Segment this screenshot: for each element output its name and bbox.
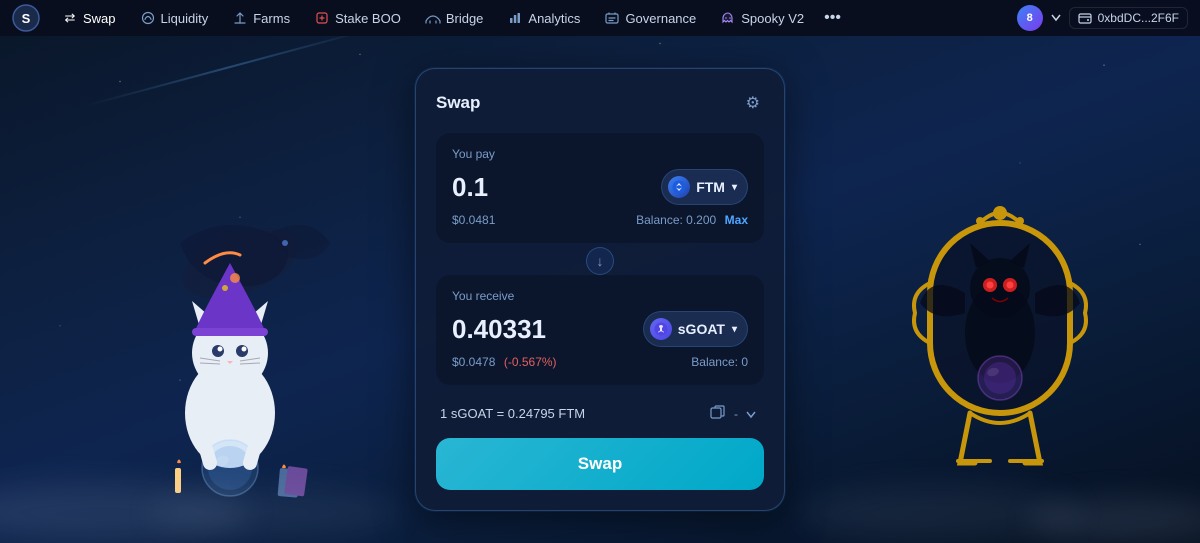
governance-nav-icon [604, 10, 620, 26]
receive-balance-container: Balance: 0 [691, 353, 748, 371]
nav-item-spooky[interactable]: Spooky V2 [710, 6, 814, 30]
nav-label-bridge: Bridge [446, 11, 484, 26]
swap-nav-icon: ⇄ [62, 10, 78, 26]
nav-label-liquidity: Liquidity [161, 11, 209, 26]
pay-balance-label: Balance: [636, 213, 686, 227]
max-button[interactable]: Max [725, 213, 748, 227]
liquidity-nav-icon [140, 10, 156, 26]
analytics-nav-icon [507, 10, 523, 26]
nav-item-farms[interactable]: Farms [222, 6, 300, 30]
receive-token-row: 0.40331 sGOAT ▾ [452, 311, 748, 347]
swap-direction-container: ↓ [436, 247, 764, 275]
pay-amount[interactable]: 0.1 [452, 172, 488, 203]
stake-nav-icon [314, 10, 330, 26]
pay-usd-value: $0.0481 [452, 213, 495, 227]
pay-token-chevron-icon: ▾ [732, 182, 737, 193]
pay-balance-container: Balance: 0.200 Max [636, 211, 748, 229]
price-info-row: 1 sGOAT = 0.24795 FTM - [436, 393, 764, 434]
receive-token-chevron-icon: ▾ [732, 324, 737, 335]
svg-text:S: S [22, 11, 31, 26]
chevron-down-icon [746, 411, 756, 419]
sgoat-token-icon [650, 318, 672, 340]
pay-token-row: 0.1 FTM ▾ [452, 169, 748, 205]
swap-card-title: Swap [436, 93, 480, 113]
spooky-nav-icon [720, 10, 736, 26]
wallet-icon [1078, 11, 1092, 25]
receive-token-box: You receive 0.40331 sGOAT ▾ $0.0478 (-0.… [436, 275, 764, 385]
light-trail-deco [85, 27, 375, 107]
swap-direction-arrow-icon: ↓ [597, 253, 604, 269]
ftm-token-icon [668, 176, 690, 198]
price-separator: - [734, 407, 738, 421]
wallet-address-button[interactable]: 0xbdDC...2F6F [1069, 7, 1188, 29]
nav-item-bridge[interactable]: Bridge [415, 6, 494, 30]
avatar-chevron-icon [1051, 14, 1061, 22]
receive-meta-row: $0.0478 (-0.567%) Balance: 0 [452, 353, 748, 371]
app-logo[interactable]: S [12, 4, 40, 32]
main-content: Swap ⚙ You pay 0.1 FTM ▾ $0.0481 [0, 36, 1200, 543]
nav-label-governance: Governance [625, 11, 696, 26]
nav-item-stake[interactable]: Stake BOO [304, 6, 411, 30]
receive-label: You receive [452, 289, 748, 303]
receive-usd-value: $0.0478 [452, 355, 495, 369]
receive-amount[interactable]: 0.40331 [452, 314, 546, 345]
pay-token-label: FTM [696, 179, 725, 195]
nav-item-analytics[interactable]: Analytics [497, 6, 590, 30]
nav-label-analytics: Analytics [528, 11, 580, 26]
nav-more-button[interactable]: ••• [818, 7, 847, 29]
nav-label-stake: Stake BOO [335, 11, 401, 26]
pay-token-selector[interactable]: FTM ▾ [661, 169, 748, 205]
swap-card: Swap ⚙ You pay 0.1 FTM ▾ $0.0481 [415, 68, 785, 511]
receive-token-label: sGOAT [678, 321, 725, 337]
right-decoration [900, 193, 1100, 513]
nav-label-swap: Swap [83, 11, 116, 26]
gear-icon: ⚙ [746, 95, 760, 112]
receive-balance-label: Balance: [691, 355, 741, 369]
receive-token-selector[interactable]: sGOAT ▾ [643, 311, 748, 347]
swap-button[interactable]: Swap [436, 438, 764, 490]
settings-button[interactable]: ⚙ [742, 89, 764, 117]
price-copy-button[interactable] [706, 403, 730, 424]
nav-item-governance[interactable]: Governance [594, 6, 706, 30]
receive-usd-container: $0.0478 (-0.567%) [452, 353, 557, 371]
navbar: S ⇄ Swap Liquidity Farms Stake BOO Bridg… [0, 0, 1200, 36]
bridge-nav-icon [425, 10, 441, 26]
nav-item-swap[interactable]: ⇄ Swap [52, 6, 126, 30]
price-expand-button[interactable] [742, 404, 760, 424]
nav-label-farms: Farms [253, 11, 290, 26]
pay-label: You pay [452, 147, 748, 161]
receive-price-diff: (-0.567%) [504, 355, 557, 369]
price-actions: - [706, 403, 760, 424]
nav-label-spooky: Spooky V2 [741, 11, 804, 26]
receive-balance-value: 0 [741, 355, 748, 369]
pay-token-box: You pay 0.1 FTM ▾ $0.0481 Balance: 0.200… [436, 133, 764, 243]
wallet-address-text: 0xbdDC...2F6F [1098, 11, 1179, 25]
nav-avatar[interactable]: 8 [1017, 5, 1043, 31]
left-decoration [120, 183, 340, 503]
nav-item-liquidity[interactable]: Liquidity [130, 6, 219, 30]
pay-meta-row: $0.0481 Balance: 0.200 Max [452, 211, 748, 229]
swap-card-header: Swap ⚙ [436, 89, 764, 117]
farms-nav-icon [232, 10, 248, 26]
copy-icon [710, 405, 726, 419]
pay-balance-value: 0.200 [686, 213, 716, 227]
nav-right: 8 0xbdDC...2F6F [1017, 5, 1188, 31]
price-info-text: 1 sGOAT = 0.24795 FTM [440, 406, 585, 421]
swap-direction-button[interactable]: ↓ [586, 247, 614, 275]
